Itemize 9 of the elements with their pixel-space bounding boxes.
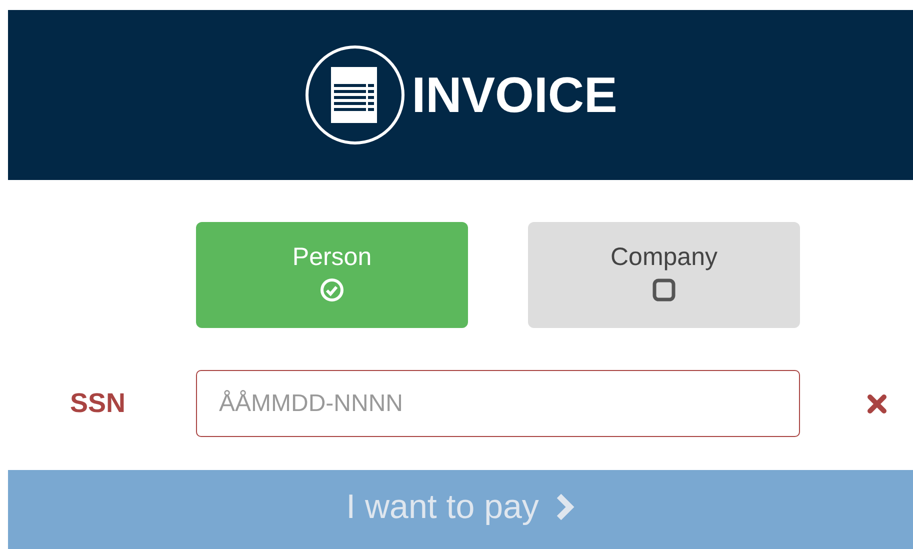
customer-type-toggle[interactable]: Person xyxy=(196,222,468,328)
square-icon xyxy=(652,278,676,302)
ssn-label: SSN xyxy=(69,388,127,419)
ssn-field[interactable]: ÅÅMMDD-NNNN xyxy=(196,370,800,437)
invoice-title: INVOICE xyxy=(412,66,618,124)
check-circle-icon xyxy=(320,278,344,302)
invoice-logo-icon xyxy=(304,44,406,146)
chevron-right-icon xyxy=(554,493,575,521)
customer-type-toggle[interactable]: Company xyxy=(528,222,800,328)
